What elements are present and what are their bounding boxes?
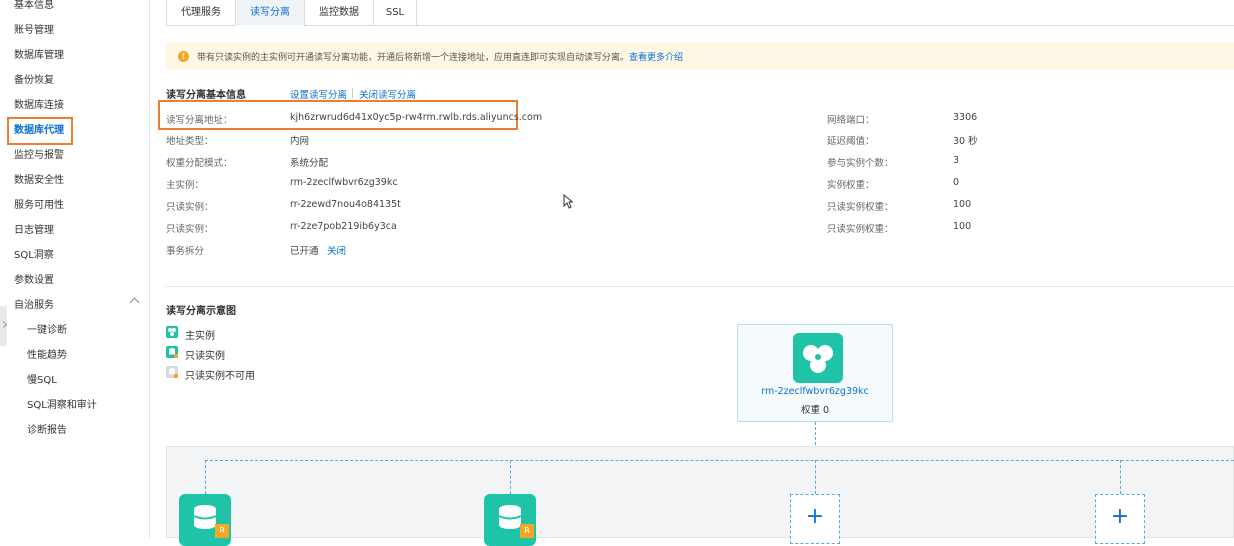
readonly-weight-label-1: 只读实例权重： — [827, 202, 894, 213]
tab-rw-splitting[interactable]: 读写分离 — [235, 0, 305, 26]
rw-address-value: kjh6zrwrud6d41x0yc5p-rw4rm.rwlb.rds.aliy… — [290, 112, 543, 123]
instance-weight-value: 0 — [953, 177, 960, 188]
sidebar-item-autonomy[interactable]: 自治服务 — [14, 300, 54, 312]
plus-icon: + — [805, 504, 825, 529]
instance-count-label: 参与实例个数： — [827, 158, 894, 169]
sidebar-item-basic-info[interactable]: 基本信息 — [14, 0, 54, 12]
master-instance-large-icon — [793, 333, 843, 383]
readonly-instance-value-1: rr-2zewd7nou4o84135t — [290, 199, 401, 210]
legend-master-label: 主实例 — [185, 331, 215, 342]
close-rw-splitting-link[interactable]: 关闭读写分离 — [359, 87, 416, 101]
sidebar-subitem-diagnosis[interactable]: 一键诊断 — [27, 325, 67, 337]
basic-info-title: 读写分离基本信息 — [166, 90, 246, 101]
sidebar-item-sql-insight[interactable]: SQL洞察 — [14, 250, 54, 262]
readonly-instance-icon — [166, 346, 178, 358]
legend-readonly-label: 只读实例 — [185, 351, 225, 362]
sidebar-highlight-box — [7, 117, 73, 145]
tab-monitoring-data[interactable]: 监控数据 — [304, 0, 374, 26]
weight-mode-label: 权重分配模式： — [166, 158, 233, 169]
sidebar-subitem-performance[interactable]: 性能趋势 — [27, 350, 67, 362]
learn-more-link[interactable]: 查看更多介绍 — [629, 53, 683, 63]
sidebar-item-backup[interactable]: 备份恢复 — [14, 75, 54, 87]
sidebar-collapse-handle[interactable] — [0, 306, 7, 346]
sidebar-item-accounts[interactable]: 账号管理 — [14, 25, 54, 37]
sidebar-item-availability[interactable]: 服务可用性 — [14, 200, 64, 212]
link-separator — [352, 88, 353, 98]
sidebar-item-security[interactable]: 数据安全性 — [14, 175, 64, 187]
connector-line — [815, 460, 816, 494]
weight-mode-value: 系统分配 — [290, 158, 329, 169]
plus-icon: + — [1110, 504, 1130, 529]
instance-weight-label: 实例权重： — [827, 180, 875, 191]
sidebar-subitem-sql-audit[interactable]: SQL洞察和审计 — [27, 400, 97, 412]
readonly-instance-value-2: rr-2ze7pob219ib6y3ca — [290, 221, 397, 232]
connector-line — [510, 460, 511, 494]
connector-line — [205, 460, 206, 494]
notice-message: 带有只读实例的主实例可开通读写分离功能，开通后将新增一个连接地址，应用直连即可实… — [197, 53, 630, 63]
add-readonly-button[interactable]: + — [1095, 494, 1145, 544]
delay-threshold-label: 延迟阈值： — [827, 136, 875, 147]
readonly-instance-label-1: 只读实例： — [166, 202, 214, 213]
set-rw-splitting-link[interactable]: 设置读写分离 — [290, 87, 347, 101]
transaction-split-label: 事务拆分 — [166, 246, 205, 257]
sidebar-item-databases[interactable]: 数据库管理 — [14, 50, 64, 62]
transaction-split-value: 已开通 — [290, 246, 319, 257]
sidebar-subitem-report[interactable]: 诊断报告 — [27, 425, 67, 437]
delay-threshold-value: 30 秒 — [953, 136, 978, 147]
sidebar-item-logs[interactable]: 日志管理 — [14, 225, 54, 237]
readonly-instance-node-icon[interactable] — [179, 494, 231, 546]
master-instance-weight: 权重 0 — [800, 405, 830, 416]
readonly-badge: R — [520, 524, 534, 538]
rw-address-label: 读写分离地址： — [166, 115, 233, 126]
sidebar-item-monitoring[interactable]: 监控与报警 — [14, 150, 64, 162]
instance-count-value: 3 — [953, 155, 960, 166]
sidebar: 基本信息 账号管理 数据库管理 备份恢复 数据库连接 数据库代理 监控与报警 数… — [0, 0, 150, 538]
add-readonly-button[interactable]: + — [790, 494, 840, 544]
sidebar-item-parameters[interactable]: 参数设置 — [14, 275, 54, 287]
port-value: 3306 — [953, 112, 978, 123]
readonly-unavailable-icon — [166, 366, 178, 378]
master-instance-name[interactable]: rm-2zeclfwbvr6zg39kc — [738, 386, 892, 397]
tab-ssl[interactable]: SSL — [373, 0, 417, 26]
diagram-title: 读写分离示意图 — [166, 306, 236, 317]
readonly-weight-value-2: 100 — [953, 221, 972, 232]
readonly-badge: R — [215, 524, 229, 538]
readonly-instance-label-2: 只读实例： — [166, 224, 214, 235]
connector-line — [205, 460, 1234, 461]
sidebar-item-connection[interactable]: 数据库连接 — [14, 100, 64, 112]
address-type-label: 地址类型： — [166, 136, 214, 147]
transaction-split-close-link[interactable]: 关闭 — [327, 243, 346, 257]
master-instance-icon — [166, 326, 178, 338]
address-type-value: 内网 — [290, 136, 310, 147]
readonly-weight-label-2: 只读实例权重： — [827, 224, 894, 235]
legend-unavailable-label: 只读实例不可用 — [185, 371, 255, 382]
chevron-up-icon[interactable] — [129, 297, 140, 308]
info-icon: ! — [178, 51, 189, 62]
master-instance-value: rm-2zeclfwbvr6zg39kc — [290, 177, 398, 188]
sidebar-subitem-slow-sql[interactable]: 慢SQL — [27, 375, 57, 387]
notice-text: 带有只读实例的主实例可开通读写分离功能，开通后将新增一个连接地址，应用直连即可实… — [197, 50, 683, 63]
readonly-weight-value-1: 100 — [953, 199, 972, 210]
master-instance-card[interactable]: rm-2zeclfwbvr6zg39kc 权重 0 — [737, 324, 893, 422]
connector-line — [1120, 460, 1121, 494]
port-label: 网络端口： — [827, 115, 875, 126]
section-divider — [166, 286, 1234, 287]
readonly-instance-node-icon[interactable] — [484, 494, 536, 546]
notice-bar: ! 带有只读实例的主实例可开通读写分离功能，开通后将新增一个连接地址，应用直连即… — [166, 42, 1234, 70]
tab-proxy-service[interactable]: 代理服务 — [166, 0, 236, 26]
master-instance-label: 主实例： — [166, 180, 205, 191]
mouse-cursor-icon — [563, 193, 574, 212]
